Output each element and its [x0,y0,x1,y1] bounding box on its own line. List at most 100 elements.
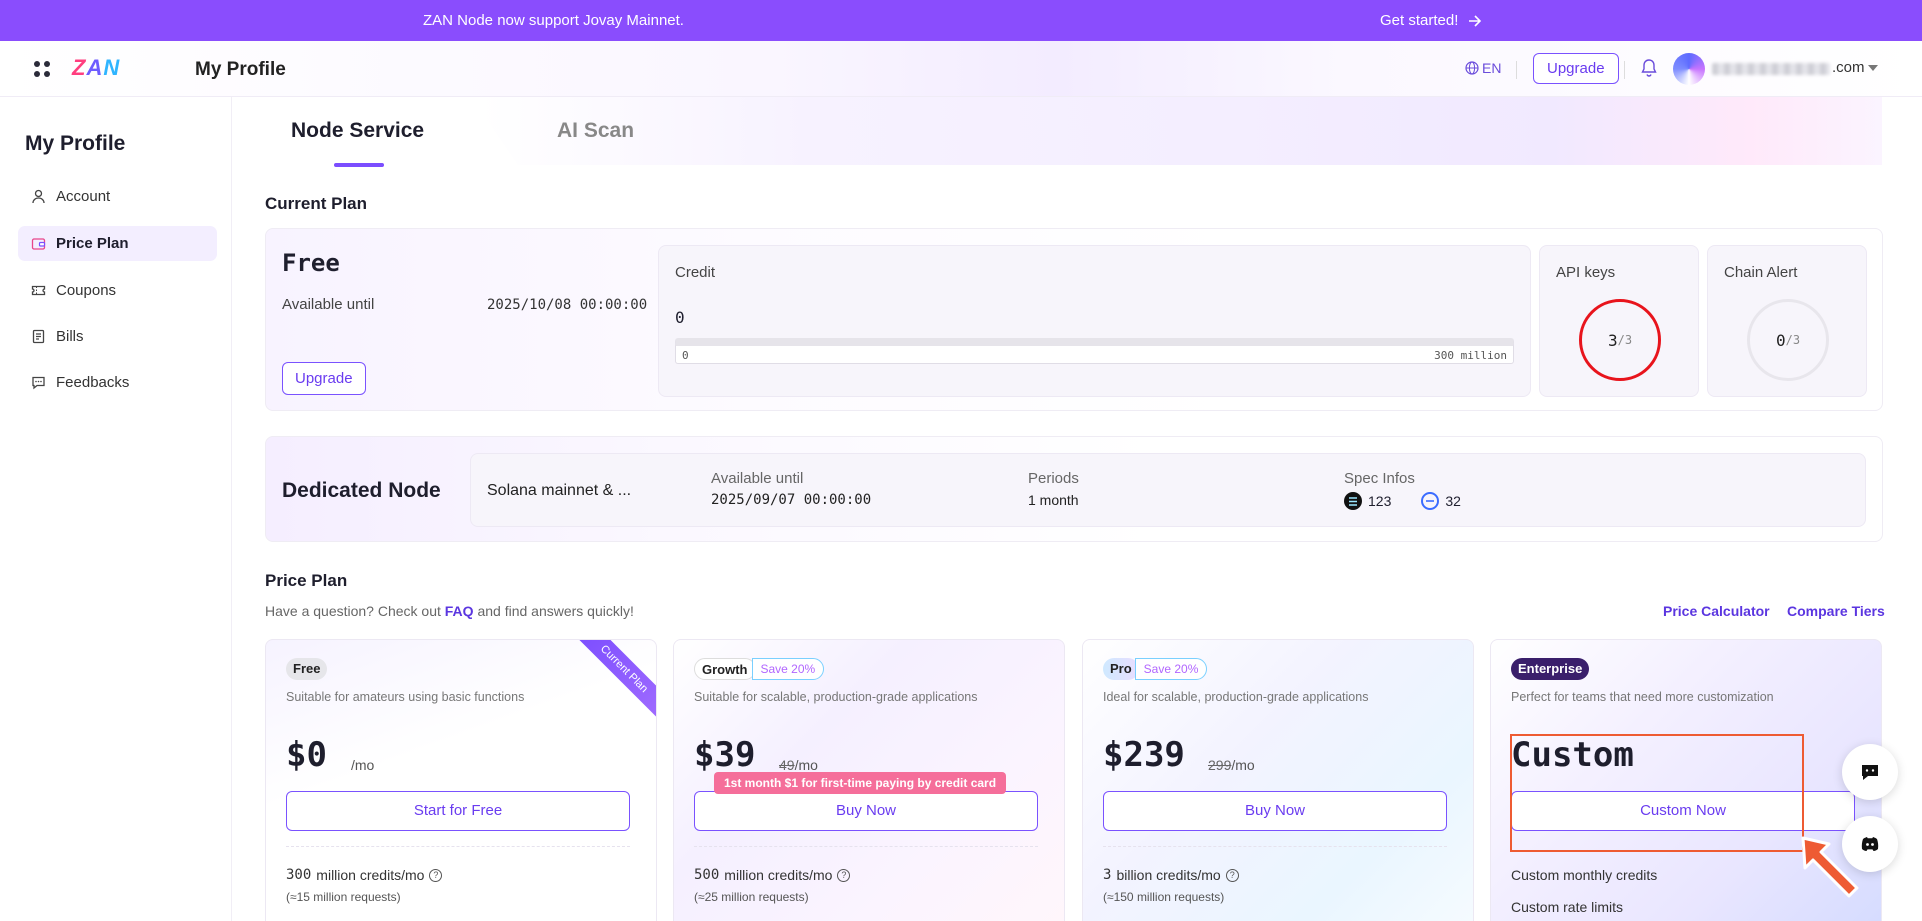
announcement-bar: ZAN Node now support Jovay Mainnet. Get … [0,0,1922,41]
dedicated-node-title: Dedicated Node [282,479,441,502]
chain-alert-used: 0 [1775,330,1786,350]
sidebar-item-account[interactable]: Account [18,179,217,214]
apps-grid-icon[interactable] [34,61,50,77]
growth-buy-now-button[interactable]: Buy Now [694,791,1038,831]
tier-credits-number: 500 [694,867,720,883]
user-icon [32,189,45,204]
dedicated-node-card: Dedicated Node Solana mainnet & ... Avai… [265,436,1883,542]
plan-upgrade-button[interactable]: Upgrade [282,362,366,395]
credit-panel: Credit 0 0 300 million [658,245,1531,397]
tier-tag-enterprise: Enterprise [1511,658,1590,680]
arrow-right-icon [1469,14,1482,27]
sidebar-item-price-plan[interactable]: Price Plan [18,226,217,261]
help-icon[interactable]: ? [1225,868,1239,882]
credit-max-label: 300 million [1434,349,1507,362]
tier-credits-number: 300 [286,867,312,883]
compare-tiers-link[interactable]: Compare Tiers [1787,603,1885,619]
bell-icon[interactable] [1640,58,1658,78]
tier-requests: (≈25 million requests) [694,890,809,904]
subtitle-suffix: and find answers quickly! [473,603,634,619]
account-email[interactable]: .com [1832,59,1865,76]
first-month-promo-badge: 1st month $1 for first-time paying by cr… [714,772,1007,794]
discord-button[interactable] [1842,816,1898,872]
save-badge: Save 20% [1134,658,1208,680]
pro-buy-now-button[interactable]: Buy Now [1103,791,1447,831]
sidebar-item-label: Bills [56,328,84,345]
tier-price: $239 [1103,735,1185,775]
tier-price-suffix: 299/mo [1208,757,1255,773]
tier-description: Suitable for scalable, production-grade … [694,690,978,704]
active-tab-indicator [334,163,384,167]
language-selector[interactable]: EN [1465,60,1501,76]
spec-infos: 123 32 [1344,492,1461,510]
price-calculator-link[interactable]: Price Calculator [1663,603,1770,619]
tab-node-service[interactable]: Node Service [291,119,424,143]
tier-credits: 3 billion credits/mo? [1103,867,1239,883]
tier-credits: 300 million credits/mo? [286,867,443,883]
dedicated-spec: Spec Infos 123 32 [1344,470,1461,510]
sidebar-item-feedbacks[interactable]: Feedbacks [18,365,217,400]
start-for-free-button[interactable]: Start for Free [286,791,630,831]
enterprise-feature: Custom monthly credits [1511,867,1658,883]
tier-credits-text: million credits/mo [316,867,425,883]
tier-tag-pro: Pro [1103,658,1139,680]
credit-label: Credit [675,264,716,281]
dedicated-available-label: Available until [711,470,804,487]
sidebar-item-coupons[interactable]: Coupons [18,273,217,308]
current-plan-title: Current Plan [265,194,368,213]
solana-icon [1344,492,1362,510]
api-keys-label: API keys [1556,264,1616,281]
api-keys-used: 3 [1607,330,1618,350]
sidebar-item-label: Account [56,188,111,205]
tier-card-pro: Pro Save 20% Ideal for scalable, producti… [1082,639,1474,921]
price-plan-subtitle: Have a question? Check out FAQ and find … [265,603,634,619]
chat-assistant-button[interactable] [1842,744,1898,800]
tier-requests: (≈15 million requests) [286,890,401,904]
chain-alert-panel: Chain Alert 0/3 [1707,245,1867,397]
chat-bubble-icon [1862,765,1878,780]
api-keys-total: /3 [1617,333,1633,347]
tier-card-growth: Growth Save 20% Suitable for scalable, pr… [673,639,1065,921]
tier-price: $0 [286,735,327,775]
current-plan-ribbon: Current Plan [573,640,656,720]
dedicated-available: Available until 2025/09/07 00:00:00 [711,470,871,508]
help-icon[interactable]: ? [837,868,851,882]
document-icon [32,329,45,344]
globe-icon [1465,61,1479,75]
help-icon[interactable]: ? [429,868,443,882]
header-upgrade-button[interactable]: Upgrade [1533,53,1619,84]
dedicated-node-row[interactable]: Solana mainnet & ... Available until 202… [470,453,1866,527]
language-label: EN [1482,60,1502,76]
discord-icon [1861,837,1879,851]
tier-credits-text: million credits/mo [724,867,833,883]
spec-b-value: 32 [1445,493,1461,509]
api-keys-panel: API keys 3/3 [1539,245,1699,397]
chain-alert-ring: 0/3 [1747,299,1829,381]
sidebar-item-bills[interactable]: Bills [18,319,217,354]
tier-description: Suitable for amateurs using basic functi… [286,690,525,704]
tab-ai-scan[interactable]: AI Scan [557,119,634,143]
get-started-link[interactable]: Get started! [1380,12,1482,29]
chevron-down-icon[interactable] [1868,65,1878,71]
per-month: /mo [1231,757,1255,773]
tier-description: Ideal for scalable, production-grade app… [1103,690,1369,704]
enterprise-feature: Custom rate limits [1511,899,1624,915]
dedicated-periods-value: 1 month [1028,492,1079,508]
faq-link[interactable]: FAQ [445,603,474,619]
available-until-label: Available until [282,296,375,313]
top-header: ZAN My Profile EN Upgrade .com [0,41,1922,97]
spec-a-value: 123 [1368,493,1392,509]
credit-value: 0 [675,308,685,327]
per-month: /mo [794,757,818,773]
tier-tag-growth: Growth [694,658,756,680]
sidebar: My Profile Account Price Plan Coupons Bi… [0,97,232,921]
credit-min-label: 0 [682,349,689,362]
dedicated-periods-label: Periods [1028,470,1079,487]
dedicated-available-date: 2025/09/07 00:00:00 [711,492,872,508]
zan-logo[interactable]: ZAN [72,55,120,81]
tier-divider [286,846,630,847]
tier-credits-text: billion credits/mo [1116,867,1221,883]
avatar[interactable] [1673,53,1705,85]
tier-requests: (≈150 million requests) [1103,890,1225,904]
tier-price-suffix: 49/mo [779,757,818,773]
